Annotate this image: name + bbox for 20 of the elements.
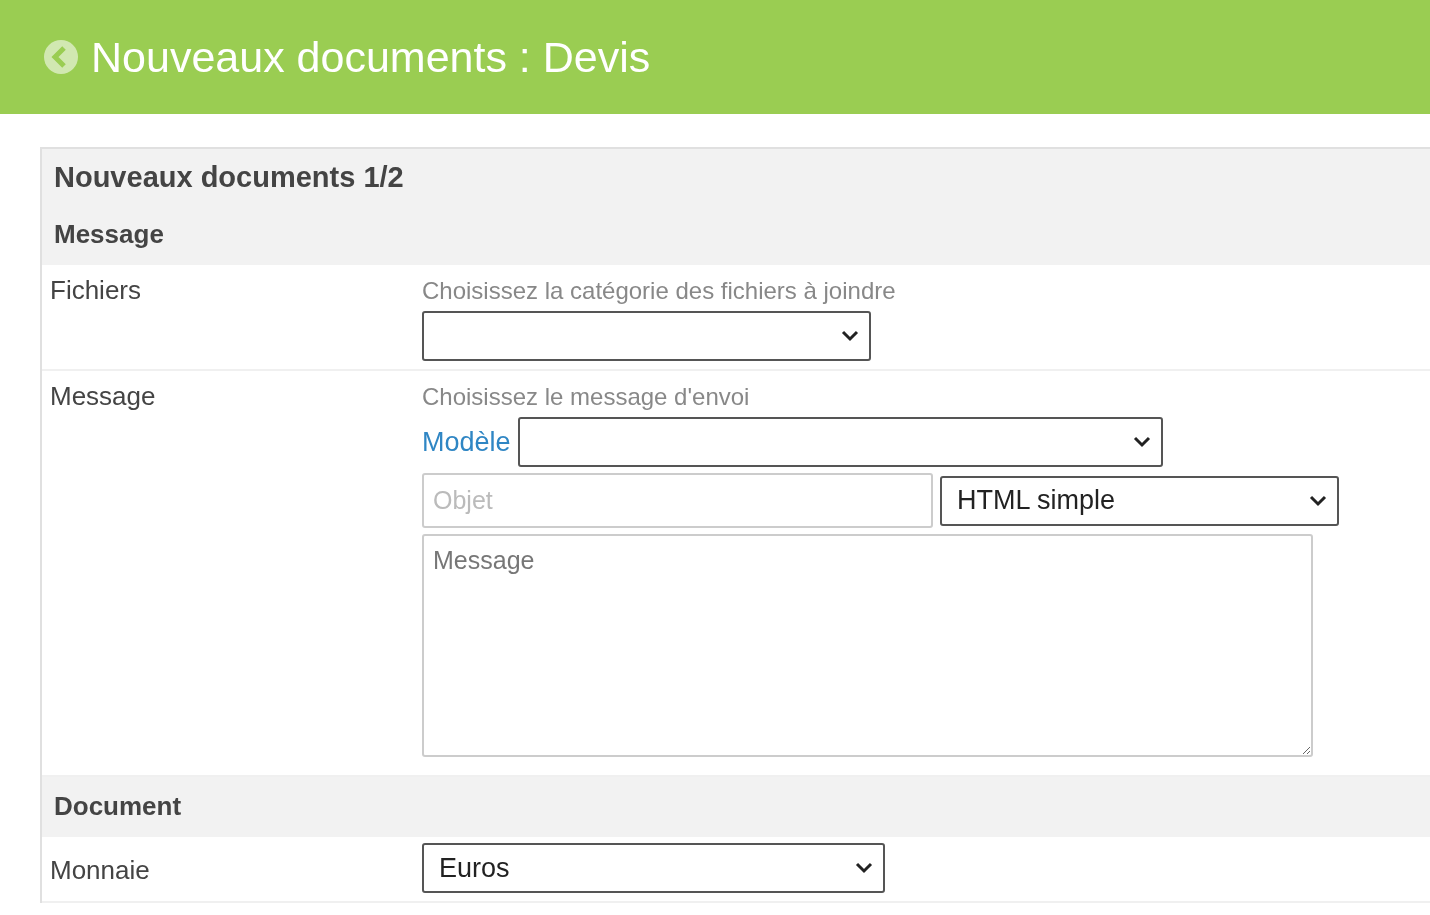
template-link[interactable]: Modèle — [422, 426, 511, 458]
section-heading: Document — [42, 777, 1430, 837]
chevron-down-icon — [841, 330, 859, 342]
field-hint: Choisissez le message d'envoi — [422, 382, 751, 411]
field-label: Monnaie — [49, 854, 151, 887]
field-label: Fichiers — [49, 275, 142, 307]
chevron-down-icon — [1132, 436, 1151, 448]
format-select[interactable]: HTML simple — [940, 475, 1339, 526]
chevron-down-icon — [855, 862, 873, 874]
chevron-down-icon — [1309, 494, 1327, 507]
template-select[interactable] — [517, 417, 1163, 467]
field-hint: Choisissez la catégorie des fichiers à joindre — [422, 276, 896, 305]
panel-title: Nouveaux documents 1/2 — [42, 149, 1430, 205]
currency-select[interactable]: Euros — [422, 843, 885, 893]
field-label: Message — [49, 381, 157, 413]
subject-input[interactable]: Objet — [422, 473, 933, 528]
section-heading: Message — [42, 205, 1430, 265]
page-title: Nouveaux documents : Devis — [91, 32, 651, 82]
category-select[interactable] — [422, 311, 871, 361]
message-textarea[interactable]: Message — [422, 534, 1313, 757]
